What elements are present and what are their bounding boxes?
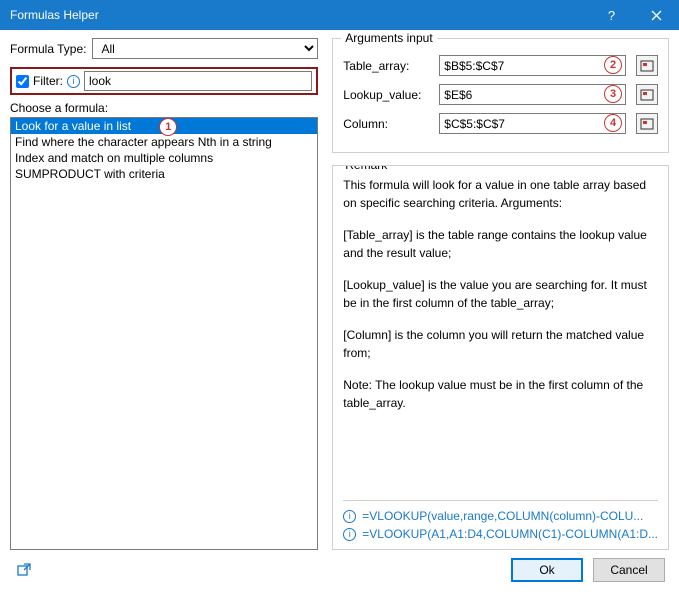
info-icon: i	[343, 510, 356, 523]
cancel-button[interactable]: Cancel	[593, 558, 665, 582]
list-item-label: Look for a value in list	[15, 119, 131, 133]
footer: Ok Cancel	[0, 550, 679, 582]
remark-text: This formula will look for a value in on…	[343, 176, 658, 212]
arguments-group: Arguments input Table_array: 2 Lookup_va…	[332, 38, 669, 153]
formula-type-row: Formula Type: All	[10, 38, 318, 59]
divider	[343, 500, 658, 501]
formula-list[interactable]: Look for a value in list 1 Find where th…	[10, 117, 318, 550]
range-select-button[interactable]	[636, 84, 658, 105]
filter-label: Filter:	[33, 74, 63, 88]
range-select-button[interactable]	[636, 113, 658, 134]
list-item[interactable]: SUMPRODUCT with criteria	[11, 166, 317, 182]
left-column: Formula Type: All Filter: i Choose a for…	[10, 38, 318, 550]
arg-row-column: Column: 4	[343, 113, 658, 134]
list-item-label: SUMPRODUCT with criteria	[15, 167, 165, 181]
list-item-label: Find where the character appears Nth in …	[15, 135, 272, 149]
close-button[interactable]	[634, 0, 679, 30]
list-item[interactable]: Look for a value in list 1	[11, 118, 317, 134]
formula-link-text: =VLOOKUP(value,range,COLUMN(column)-COLU…	[362, 509, 643, 523]
filter-checkbox[interactable]	[16, 75, 29, 88]
window-title: Formulas Helper	[10, 8, 589, 22]
list-item-label: Index and match on multiple columns	[15, 151, 213, 165]
arg-label: Column:	[343, 117, 433, 131]
filter-row: Filter: i	[10, 67, 318, 95]
arguments-title: Arguments input	[341, 31, 436, 45]
right-column: Arguments input Table_array: 2 Lookup_va…	[332, 38, 669, 550]
arg-label: Lookup_value:	[343, 88, 433, 102]
formula-link-text: =VLOOKUP(A1,A1:D4,COLUMN(C1)-COLUMN(A1:D…	[362, 527, 658, 541]
remark-text: Note: The lookup value must be in the fi…	[343, 376, 658, 412]
remark-text: [Column] is the column you will return t…	[343, 326, 658, 362]
arg-row-lookup-value: Lookup_value: 3	[343, 84, 658, 105]
arg-row-table-array: Table_array: 2	[343, 55, 658, 76]
remark-body: This formula will look for a value in on…	[343, 176, 658, 496]
list-item[interactable]: Find where the character appears Nth in …	[11, 134, 317, 150]
info-icon: i	[343, 528, 356, 541]
ok-button[interactable]: Ok	[511, 558, 583, 582]
lookup-value-input[interactable]	[439, 84, 626, 105]
choose-formula-label: Choose a formula:	[10, 101, 318, 115]
table-array-input[interactable]	[439, 55, 626, 76]
formula-type-label: Formula Type:	[10, 42, 86, 56]
remark-text: [Lookup_value] is the value you are sear…	[343, 276, 658, 312]
formula-type-select[interactable]: All	[92, 38, 318, 59]
remark-group: Remark This formula will look for a valu…	[332, 165, 669, 550]
titlebar: Formulas Helper ?	[0, 0, 679, 30]
arg-label: Table_array:	[343, 59, 433, 73]
remark-text: [Table_array] is the table range contain…	[343, 226, 658, 262]
formula-link[interactable]: i =VLOOKUP(value,range,COLUMN(column)-CO…	[343, 509, 658, 523]
list-item[interactable]: Index and match on multiple columns	[11, 150, 317, 166]
filter-input[interactable]	[84, 71, 312, 91]
main-content: Formula Type: All Filter: i Choose a for…	[0, 30, 679, 550]
info-icon[interactable]: i	[67, 75, 80, 88]
remark-title: Remark	[341, 165, 391, 172]
column-input[interactable]	[439, 113, 626, 134]
formula-link[interactable]: i =VLOOKUP(A1,A1:D4,COLUMN(C1)-COLUMN(A1…	[343, 527, 658, 541]
badge-2: 2	[604, 56, 622, 74]
range-select-button[interactable]	[636, 55, 658, 76]
help-button[interactable]: ?	[589, 0, 634, 30]
open-external-icon[interactable]	[14, 561, 34, 579]
badge-3: 3	[604, 85, 622, 103]
badge-4: 4	[604, 114, 622, 132]
